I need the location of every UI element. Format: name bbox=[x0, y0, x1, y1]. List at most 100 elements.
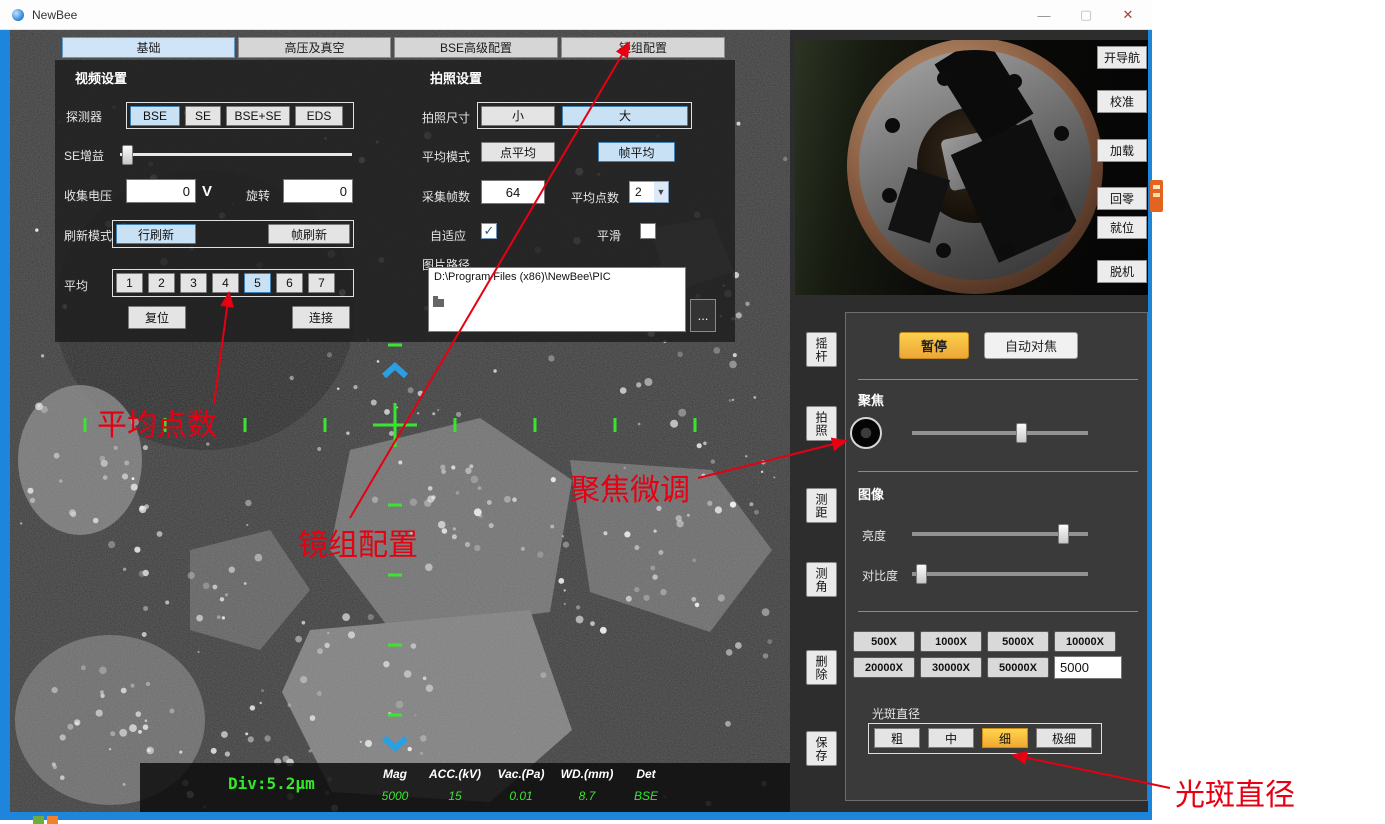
average-points-dropdown[interactable]: 2 ▼ bbox=[629, 181, 669, 203]
chamber-hole bbox=[1054, 126, 1069, 141]
se-gain-thumb[interactable] bbox=[122, 145, 133, 165]
reset-button[interactable]: 复位 bbox=[128, 306, 186, 329]
tool-measure-angle-button[interactable]: 测角 bbox=[806, 562, 837, 597]
se-gain-label: SE增益 bbox=[64, 147, 104, 164]
contrast-thumb[interactable] bbox=[916, 564, 927, 584]
mag-1000x-button[interactable]: 1000X bbox=[920, 631, 982, 652]
size-small-button[interactable]: 小 bbox=[481, 106, 555, 126]
brightness-label: 亮度 bbox=[862, 527, 886, 544]
dropdown-arrow-icon[interactable]: ▼ bbox=[654, 182, 668, 202]
refresh-line-button[interactable]: 行刷新 bbox=[116, 224, 196, 244]
chamber-hole bbox=[937, 71, 952, 86]
tool-photo-button[interactable]: 拍照 bbox=[806, 406, 837, 441]
close-button[interactable]: ✕ bbox=[1108, 0, 1148, 30]
desktop: NewBee — ▢ ✕ bbox=[0, 0, 1385, 824]
mag-500x-button[interactable]: 500X bbox=[853, 631, 915, 652]
detector-eds-button[interactable]: EDS bbox=[295, 106, 343, 126]
pause-button[interactable]: 暂停 bbox=[899, 332, 969, 359]
capture-frames-input[interactable] bbox=[481, 180, 545, 204]
nav-open-navigation-button[interactable]: 开导航 bbox=[1097, 46, 1147, 69]
chamber-hole bbox=[1051, 196, 1066, 211]
nav-return-zero-button[interactable]: 回零 bbox=[1097, 187, 1147, 210]
spot-medium-button[interactable]: 中 bbox=[928, 728, 974, 748]
average-6-button[interactable]: 6 bbox=[276, 273, 303, 293]
average-2-button[interactable]: 2 bbox=[148, 273, 175, 293]
detector-se-button[interactable]: SE bbox=[185, 106, 221, 126]
adaptive-checkbox[interactable]: ✓ bbox=[481, 223, 497, 239]
browse-button[interactable]: ... bbox=[690, 299, 716, 332]
status-acc: ACC.(kV) 15 bbox=[426, 767, 484, 803]
autofocus-button[interactable]: 自动对焦 bbox=[984, 332, 1078, 359]
tool-delete-button[interactable]: 删除 bbox=[806, 650, 837, 685]
image-path-field[interactable]: D:\Program Files (x86)\NewBee\PIC bbox=[428, 267, 686, 332]
detector-bse-se-button[interactable]: BSE+SE bbox=[226, 106, 290, 126]
chamber-face bbox=[859, 50, 1091, 280]
rotation-input[interactable] bbox=[283, 179, 353, 203]
average-5-button[interactable]: 5 bbox=[244, 273, 271, 293]
brightness-slider[interactable] bbox=[912, 524, 1088, 544]
contrast-slider[interactable] bbox=[912, 564, 1088, 584]
status-wd-header: WD.(mm) bbox=[561, 767, 614, 781]
tab-hv-vacuum[interactable]: 高压及真空 bbox=[238, 37, 391, 58]
frame-average-button[interactable]: 帧平均 bbox=[598, 142, 675, 162]
focus-thumb[interactable] bbox=[1016, 423, 1027, 443]
brightness-thumb[interactable] bbox=[1058, 524, 1069, 544]
mag-5000x-button[interactable]: 5000X bbox=[987, 631, 1049, 652]
contrast-track bbox=[912, 572, 1088, 576]
refresh-frame-button[interactable]: 帧刷新 bbox=[268, 224, 350, 244]
nav-load-button[interactable]: 加载 bbox=[1097, 139, 1147, 162]
annotation-spot-diameter: 光斑直径 bbox=[1175, 770, 1295, 814]
tab-bse-advanced[interactable]: BSE高级配置 bbox=[394, 37, 558, 58]
average-mode-label: 平均模式 bbox=[422, 148, 470, 165]
status-acc-value: 15 bbox=[448, 789, 461, 803]
spot-fine-button[interactable]: 细 bbox=[982, 728, 1028, 748]
average-group: 1 2 3 4 5 6 7 bbox=[112, 269, 354, 297]
mag-50000x-button[interactable]: 50000X bbox=[987, 657, 1049, 678]
smooth-checkbox[interactable] bbox=[640, 223, 656, 239]
tool-joystick-button[interactable]: 摇杆 bbox=[806, 332, 837, 367]
average-7-button[interactable]: 7 bbox=[308, 273, 335, 293]
magnification-input[interactable] bbox=[1054, 656, 1122, 679]
divider bbox=[858, 471, 1138, 472]
tool-measure-distance-button[interactable]: 测距 bbox=[806, 488, 837, 523]
nav-offline-button[interactable]: 脱机 bbox=[1097, 260, 1147, 283]
focus-slider[interactable] bbox=[912, 423, 1088, 443]
average-1-button[interactable]: 1 bbox=[116, 273, 143, 293]
mag-10000x-button[interactable]: 10000X bbox=[1054, 631, 1116, 652]
mag-20000x-button[interactable]: 20000X bbox=[853, 657, 915, 678]
focus-label: 聚焦 bbox=[858, 390, 884, 409]
annotation-focus-fine: 聚焦微调 bbox=[570, 465, 690, 509]
detector-bse-button[interactable]: BSE bbox=[130, 106, 180, 126]
chamber-hole bbox=[882, 188, 897, 203]
tool-save-button[interactable]: 保存 bbox=[806, 731, 837, 766]
chamber-camera-view bbox=[795, 40, 1148, 295]
desktop-icon[interactable] bbox=[1150, 180, 1163, 212]
spot-extra-fine-button[interactable]: 极细 bbox=[1036, 728, 1092, 748]
focus-fine-knob[interactable] bbox=[850, 417, 882, 449]
mag-30000x-button[interactable]: 30000X bbox=[920, 657, 982, 678]
taskbar-icon[interactable] bbox=[33, 816, 44, 824]
status-det-value: BSE bbox=[634, 789, 658, 803]
photo-size-group: 小 大 bbox=[477, 102, 692, 129]
minimize-button[interactable]: — bbox=[1024, 0, 1064, 30]
collect-voltage-input[interactable] bbox=[126, 179, 196, 203]
spot-coarse-button[interactable]: 粗 bbox=[874, 728, 920, 748]
average-4-button[interactable]: 4 bbox=[212, 273, 239, 293]
average-3-button[interactable]: 3 bbox=[180, 273, 207, 293]
se-gain-slider[interactable] bbox=[120, 145, 352, 165]
se-gain-track bbox=[120, 153, 352, 156]
nav-in-position-button[interactable]: 就位 bbox=[1097, 216, 1147, 239]
status-vac: Vac.(Pa) 0.01 bbox=[492, 767, 550, 803]
tape-strip bbox=[888, 167, 950, 243]
tab-lens-config[interactable]: 镜组配置 bbox=[561, 37, 725, 58]
chamber-hole bbox=[936, 243, 951, 258]
size-large-button[interactable]: 大 bbox=[562, 106, 688, 126]
point-average-button[interactable]: 点平均 bbox=[481, 142, 555, 162]
maximize-button[interactable]: ▢ bbox=[1066, 0, 1106, 30]
connect-button[interactable]: 连接 bbox=[292, 306, 350, 329]
nav-calibrate-button[interactable]: 校准 bbox=[1097, 90, 1147, 113]
status-wd: WD.(mm) 8.7 bbox=[558, 767, 616, 803]
tab-basic[interactable]: 基础 bbox=[62, 37, 235, 58]
taskbar-icon[interactable] bbox=[47, 816, 58, 824]
average-points-value: 2 bbox=[630, 182, 654, 202]
